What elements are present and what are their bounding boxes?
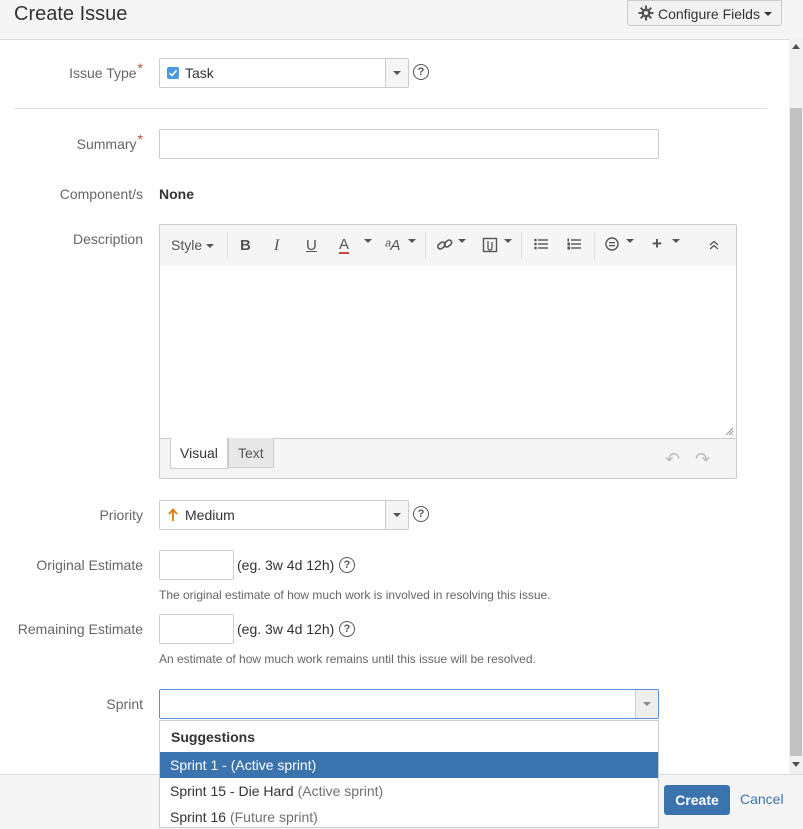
description-label: Description	[72, 231, 143, 247]
collapse-toolbar-icon[interactable]	[708, 237, 720, 254]
configure-fields-button[interactable]: Configure Fields	[627, 0, 782, 26]
priority-label: Priority	[99, 507, 143, 523]
suggestions-heading: Suggestions	[171, 729, 256, 745]
remaining-estimate-input[interactable]	[159, 614, 234, 644]
tab-text[interactable]: Text	[228, 438, 274, 468]
sprint-input[interactable]	[159, 689, 659, 719]
bold-button[interactable]: B	[240, 237, 251, 254]
chevron-down-icon	[764, 12, 772, 16]
insert-dropdown[interactable]	[672, 239, 680, 260]
link-icon[interactable]	[436, 237, 454, 257]
chevron-down-icon	[393, 71, 401, 75]
required-marker: *	[137, 131, 143, 147]
redo-icon[interactable]: ↷	[695, 449, 710, 470]
task-checkbox-icon	[167, 67, 179, 79]
original-estimate-hint: (eg. 3w 4d 12h)	[237, 557, 335, 573]
list-item[interactable]: Sprint 1 - (Active sprint)	[160, 752, 658, 778]
create-button[interactable]: Create	[664, 785, 730, 815]
insert-plus-icon[interactable]: +	[652, 234, 662, 254]
text-color-dropdown[interactable]	[364, 239, 372, 260]
components-label: Component/s	[59, 186, 143, 202]
help-icon[interactable]: ?	[339, 621, 355, 637]
summary-input[interactable]	[159, 129, 659, 159]
remaining-estimate-hint: (eg. 3w 4d 12h)	[237, 621, 335, 637]
description-textarea[interactable]	[160, 266, 736, 439]
chevron-down-icon	[393, 513, 401, 517]
list-item[interactable]: Sprint 16 (Future sprint)	[160, 804, 658, 827]
undo-icon[interactable]: ↶	[665, 449, 680, 470]
issue-type-label: Issue Type*	[69, 60, 143, 81]
link-dropdown[interactable]	[458, 239, 466, 260]
sprint-suggestions-dropdown: Suggestions Sprint 1 - (Active sprint) S…	[159, 720, 659, 828]
numbered-list-icon[interactable]	[567, 237, 581, 254]
required-marker: *	[137, 60, 143, 76]
scroll-down-icon[interactable]	[792, 762, 800, 767]
tab-visual[interactable]: Visual	[170, 438, 228, 469]
remaining-estimate-label: Remaining Estimate	[17, 621, 143, 637]
italic-button[interactable]: I	[274, 237, 279, 255]
description-editor: Style B I U A ᵃA + Visual Text ↶ ↷	[159, 224, 737, 479]
components-value: None	[159, 186, 194, 202]
issue-type-value: Task	[185, 65, 214, 81]
scroll-up-icon[interactable]	[792, 44, 800, 49]
help-icon[interactable]: ?	[413, 64, 429, 80]
cancel-link[interactable]: Cancel	[740, 791, 784, 807]
emoticon-icon[interactable]	[605, 237, 619, 255]
attachment-dropdown[interactable]	[504, 239, 512, 260]
priority-select[interactable]: Medium	[159, 500, 409, 530]
original-estimate-input[interactable]	[159, 550, 234, 580]
editor-toolbar: Style B I U A ᵃA +	[160, 225, 736, 267]
scrollbar-thumb[interactable]	[790, 108, 802, 756]
underline-button[interactable]: U	[306, 237, 317, 254]
arrow-up-icon	[168, 508, 178, 525]
sprint-dropdown-button[interactable]	[635, 690, 658, 718]
summary-label: Summary*	[76, 131, 143, 152]
priority-dropdown-button[interactable]	[385, 501, 408, 529]
remaining-estimate-description: An estimate of how much work remains unt…	[159, 652, 536, 666]
help-icon[interactable]: ?	[413, 506, 429, 522]
sprint-label: Sprint	[106, 696, 143, 712]
emoticon-dropdown[interactable]	[626, 239, 634, 260]
configure-fields-label: Configure Fields	[658, 6, 760, 22]
list-item[interactable]: Sprint 15 - Die Hard (Active sprint)	[160, 778, 658, 804]
help-icon[interactable]: ?	[339, 557, 355, 573]
bullet-list-icon[interactable]	[534, 237, 548, 254]
attachment-icon[interactable]	[482, 237, 498, 257]
gear-icon	[638, 5, 654, 24]
priority-value: Medium	[185, 507, 235, 523]
original-estimate-label: Original Estimate	[36, 557, 143, 573]
original-estimate-description: The original estimate of how much work i…	[159, 588, 551, 602]
chevron-down-icon	[643, 702, 651, 706]
text-effects-dropdown[interactable]	[408, 239, 416, 260]
issue-type-select[interactable]: Task	[159, 58, 409, 88]
text-effects-button[interactable]: ᵃA	[385, 237, 400, 254]
text-color-button[interactable]: A	[339, 237, 350, 254]
dialog-title: Create Issue	[14, 3, 128, 25]
style-dropdown[interactable]: Style	[171, 237, 215, 253]
issue-type-dropdown-button[interactable]	[385, 59, 408, 87]
resize-handle-icon[interactable]	[724, 426, 734, 436]
divider	[14, 108, 767, 109]
